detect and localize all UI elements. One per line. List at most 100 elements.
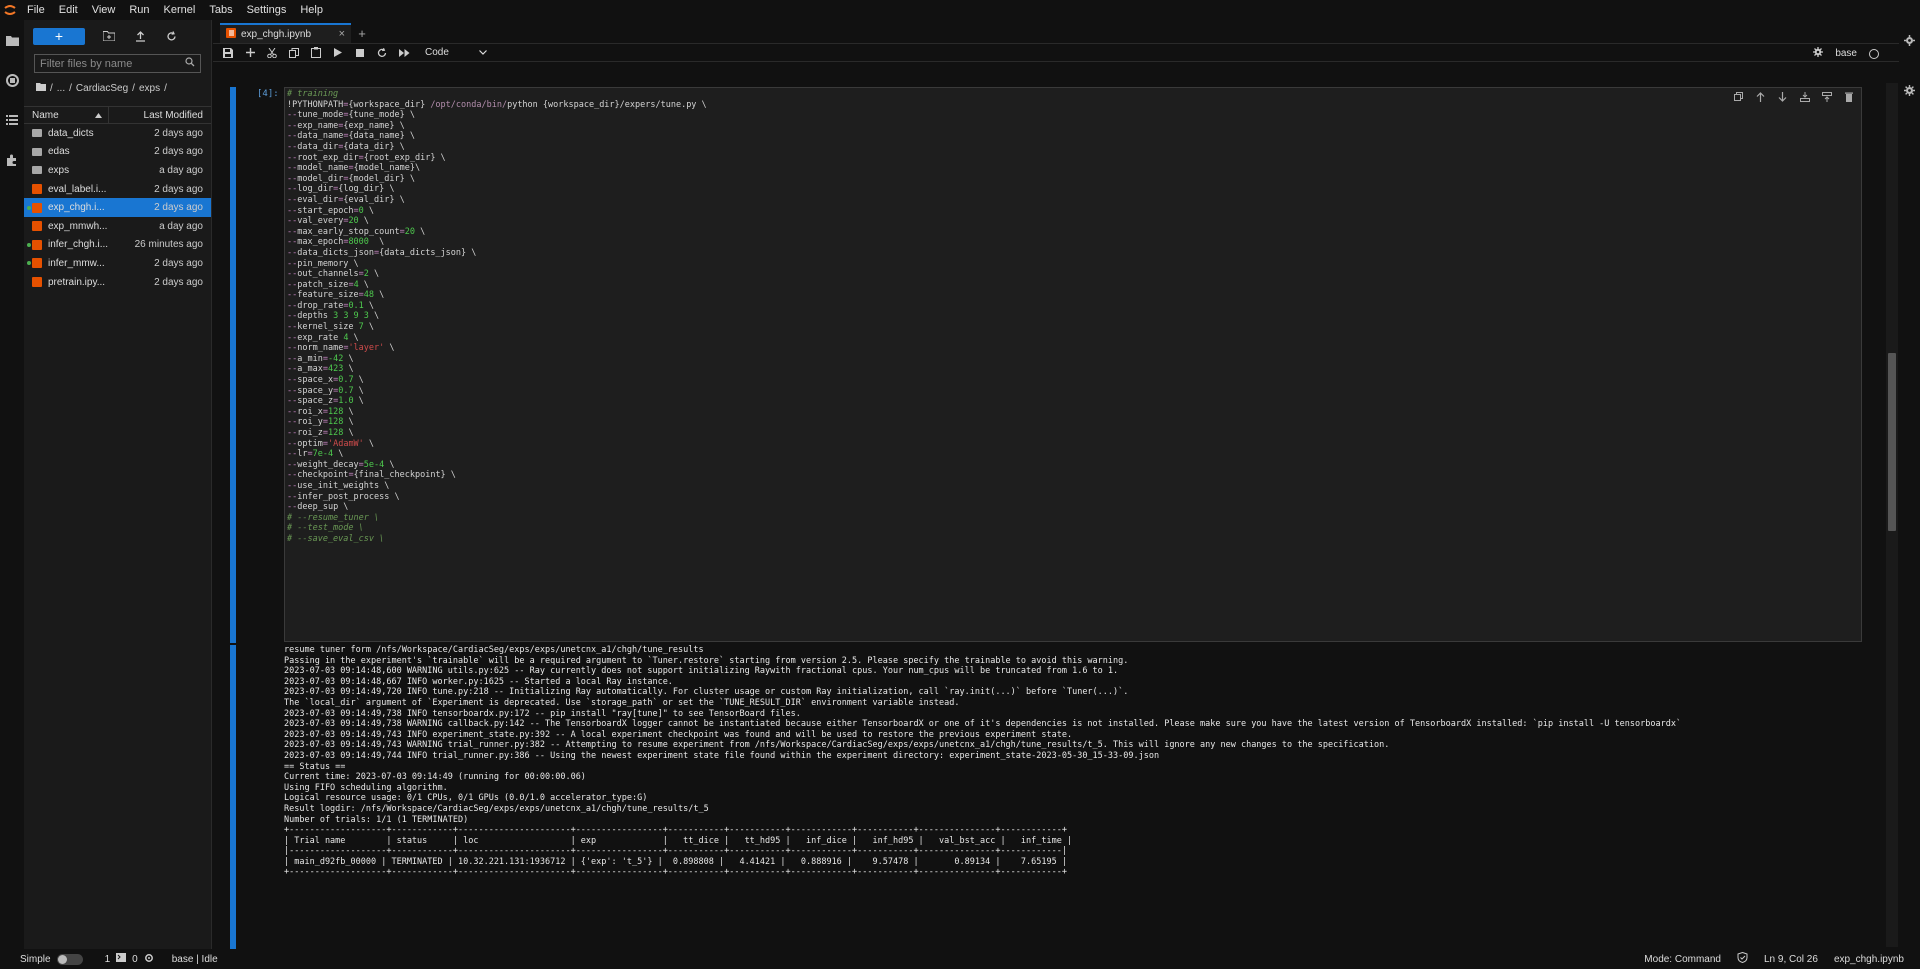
scrollbar-thumb[interactable] — [1888, 353, 1896, 531]
code-line: --drop_rate=0.1 \ — [287, 300, 375, 311]
chevron-down-icon — [478, 47, 487, 58]
kernel-info: base — [1813, 47, 1879, 60]
settings-gear-icon[interactable] — [1899, 70, 1920, 110]
file-row[interactable]: eval_label.i... 2 days ago — [24, 180, 211, 199]
menu-run[interactable]: Run — [122, 0, 156, 20]
cut-icon[interactable] — [266, 47, 278, 59]
cell-type-select[interactable]: Code — [425, 47, 487, 58]
stop-icon[interactable] — [354, 47, 366, 59]
last-modified-column-header[interactable]: Last Modified — [109, 110, 211, 121]
code-line: --out_channels=2 \ — [287, 269, 380, 280]
code-line: --exp_rate 4 \ — [287, 332, 359, 343]
code-line: --roi_x=128 \ — [287, 406, 354, 417]
file-row[interactable]: exps a day ago — [24, 161, 211, 180]
gear-icon[interactable] — [1813, 47, 1824, 60]
notebook-scrollbar[interactable] — [1886, 83, 1898, 947]
filter-files-field[interactable] — [34, 54, 201, 73]
output-line: Logical resource usage: 0/1 CPUs, 0/1 GP… — [284, 793, 648, 804]
insert-below-icon[interactable] — [1820, 92, 1833, 105]
code-line: --max_epoch=8000 \ — [287, 237, 385, 248]
output-line: | main_d92fb_00000 | TERMINATED | 10.32.… — [284, 856, 1067, 867]
tab-bar: exp_chgh.ipynb × + — [213, 20, 1899, 44]
file-row[interactable]: infer_mmw... 2 days ago — [24, 254, 211, 273]
new-launcher-button[interactable]: + — [33, 27, 85, 45]
code-editor[interactable]: # training !PYTHONPATH={workspace_dir} /o… — [284, 87, 1862, 642]
running-indicator-icon — [27, 261, 31, 266]
menu-file[interactable]: File — [20, 0, 52, 20]
left-activity-bar — [0, 20, 24, 949]
menu-help[interactable]: Help — [293, 0, 330, 20]
code-line: --infer_post_process \ — [287, 491, 400, 502]
paste-icon[interactable] — [310, 47, 322, 59]
delete-cell-icon[interactable] — [1842, 92, 1855, 105]
folder-icon[interactable] — [36, 82, 46, 94]
breadcrumb-item[interactable]: CardiacSeg — [76, 83, 128, 94]
filter-files-input[interactable] — [40, 57, 180, 70]
table-of-contents-icon[interactable] — [0, 100, 24, 140]
breadcrumb-separator: / — [50, 82, 53, 94]
duplicate-icon[interactable] — [1732, 92, 1745, 105]
fast-forward-icon[interactable] — [398, 47, 410, 59]
output-line: | Trial name | status | loc | exp | tt_d… — [284, 835, 1073, 846]
run-icon[interactable] — [332, 47, 344, 59]
menu-settings[interactable]: Settings — [240, 0, 294, 20]
breadcrumb-separator: / — [164, 82, 167, 94]
notebook-mode: Mode: Command — [1644, 953, 1721, 965]
folder-icon — [32, 147, 42, 156]
file-row[interactable]: exp_chgh.i... 2 days ago — [24, 198, 211, 217]
menu-kernel[interactable]: Kernel — [157, 0, 203, 20]
menu-view[interactable]: View — [85, 0, 123, 20]
menu-edit[interactable]: Edit — [52, 0, 85, 20]
refresh-icon[interactable] — [164, 29, 178, 43]
extensions-icon[interactable] — [0, 140, 24, 180]
folder-icon[interactable] — [0, 20, 24, 60]
name-column-header[interactable]: Name — [24, 107, 109, 123]
main-area: exp_chgh.ipynb × + Code base [4]: # trai… — [213, 20, 1899, 949]
file-modified: 2 days ago — [154, 276, 203, 288]
tab-exp-chgh-notebook[interactable]: exp_chgh.ipynb × — [220, 23, 351, 43]
code-line: --tune_mode={tune_mode} \ — [287, 110, 415, 121]
debugger-icon[interactable] — [1899, 60, 1920, 70]
jupyter-logo-icon — [0, 0, 20, 20]
code-line: --roi_y=128 \ — [287, 417, 354, 428]
file-name: exp_mmwh... — [48, 220, 108, 232]
file-row[interactable]: infer_chgh.i... 26 minutes ago — [24, 236, 211, 255]
output-line: 2023-07-03 09:14:49,738 INFO tensorboard… — [284, 708, 801, 719]
new-folder-icon[interactable] — [102, 29, 116, 43]
file-row[interactable]: data_dicts 2 days ago — [24, 124, 211, 143]
kernel-name[interactable]: base — [1835, 48, 1857, 59]
upload-icon[interactable] — [133, 29, 147, 43]
breadcrumb-item[interactable]: exps — [139, 83, 160, 94]
code-line: !PYTHONPATH={workspace_dir} /opt/conda/b… — [287, 99, 707, 110]
file-row[interactable]: pretrain.ipy... 2 days ago — [24, 273, 211, 292]
close-icon[interactable]: × — [339, 28, 345, 40]
terminal-icon — [116, 953, 127, 965]
running-sessions-icon[interactable] — [0, 60, 24, 100]
move-down-icon[interactable] — [1776, 92, 1789, 105]
file-row[interactable]: edas 2 days ago — [24, 143, 211, 162]
add-tab-button[interactable]: + — [355, 26, 369, 41]
notebook-toolbar: Code — [213, 44, 1899, 62]
kernel-status-text[interactable]: base | Idle — [172, 954, 218, 965]
output-line: == Status == — [284, 761, 346, 772]
code-line: # --test_mode \ — [287, 523, 364, 534]
name-column-label: Name — [32, 109, 59, 121]
property-inspector-icon[interactable] — [1899, 20, 1920, 60]
copy-icon[interactable] — [288, 47, 300, 59]
insert-cell-icon[interactable] — [244, 47, 256, 59]
cell-output: resume tuner form /nfs/Workspace/Cardiac… — [284, 645, 1864, 949]
insert-above-icon[interactable] — [1798, 92, 1811, 105]
breadcrumb-item[interactable]: ... — [57, 83, 65, 94]
save-icon[interactable] — [222, 47, 234, 59]
move-up-icon[interactable] — [1754, 92, 1767, 105]
file-row[interactable]: exp_mmwh... a day ago — [24, 217, 211, 236]
output-collapse-bar[interactable] — [230, 645, 236, 949]
restart-kernel-icon[interactable] — [376, 47, 388, 59]
output-line: +-------------------+------------+------… — [284, 825, 1067, 836]
cursor-position[interactable]: Ln 9, Col 26 — [1764, 954, 1818, 965]
output-line: |-------------------+------------+------… — [284, 846, 1067, 857]
code-line: # training — [287, 89, 339, 99]
simple-mode-toggle[interactable] — [56, 953, 83, 965]
menu-tabs[interactable]: Tabs — [202, 0, 239, 20]
file-list: data_dicts 2 days ago edas 2 days ago exps a … — [24, 124, 211, 291]
